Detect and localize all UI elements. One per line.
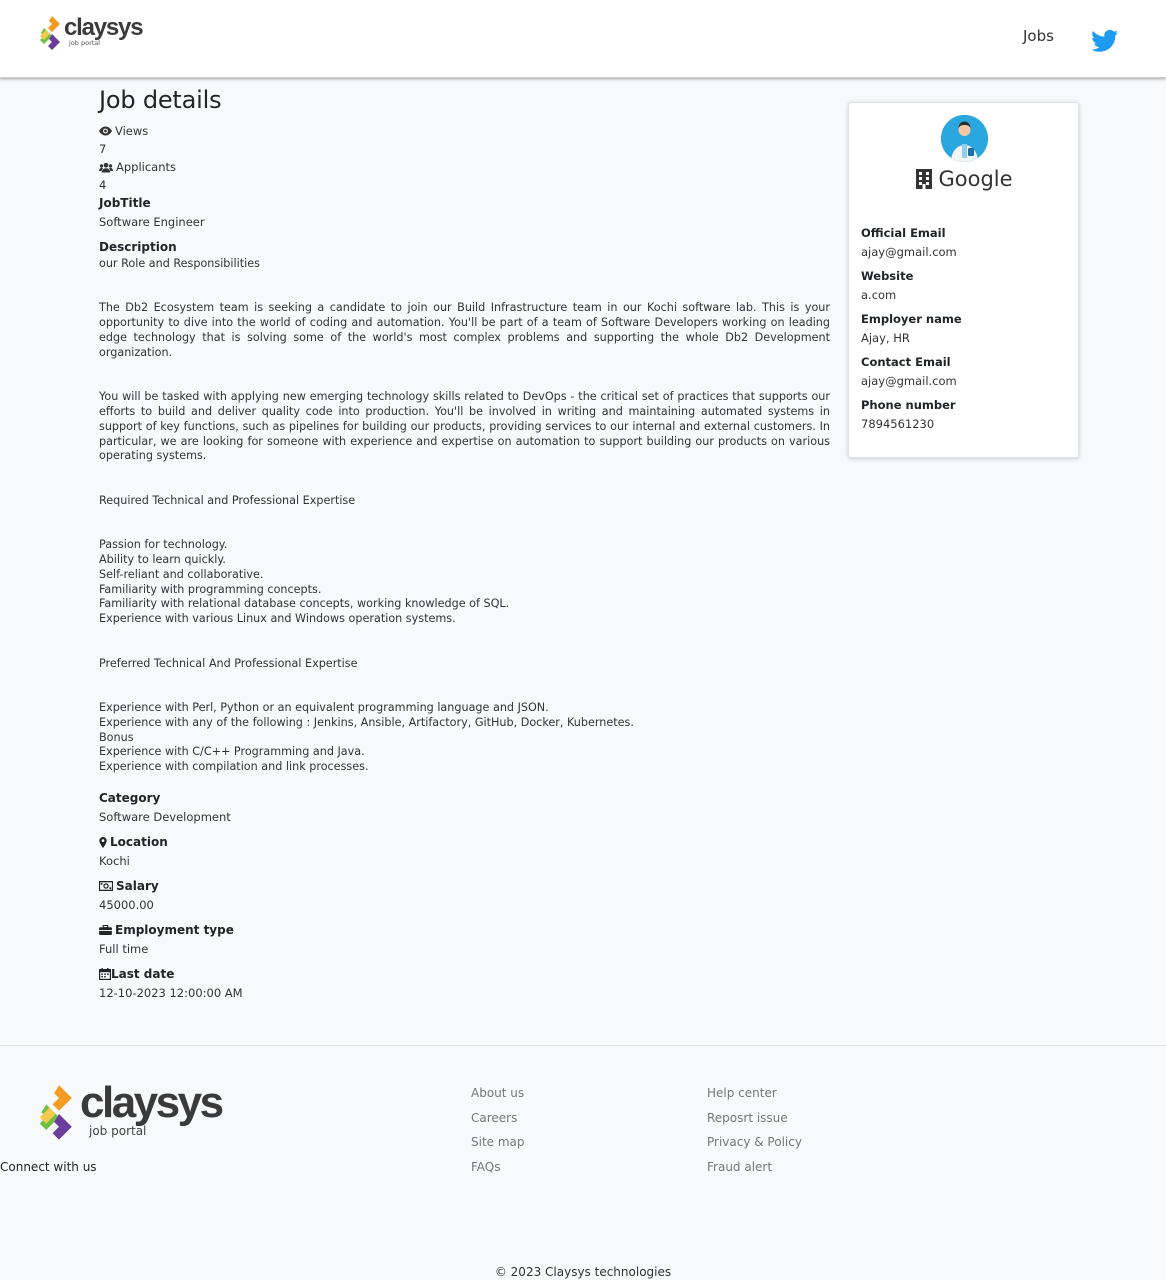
required-item: Self-reliant and collaborative. [99, 567, 264, 581]
twitter-icon[interactable] [1091, 29, 1118, 53]
footer-link-faqs[interactable]: FAQs [471, 1159, 525, 1184]
company-name-row: Google [849, 167, 1080, 191]
top-navbar: claysys job portal Jobs [0, 0, 1166, 78]
contact-email-label: Contact Email [861, 355, 951, 369]
jobtitle-label: JobTitle [99, 196, 151, 210]
footer-links-support: Help center Reposrt issue Privacy & Poli… [707, 1085, 802, 1184]
company-avatar [941, 115, 988, 162]
person-avatar-icon [941, 115, 988, 162]
views-label-row: Views [99, 122, 830, 140]
connect-with-us: Connect with us [0, 1160, 97, 1174]
category-value: Software Development [99, 809, 231, 824]
jobtitle-value: Software Engineer [99, 215, 205, 229]
salary-value: 45000.00 [99, 897, 154, 912]
employer-name-label: Employer name [861, 312, 962, 326]
footer-divider [0, 1045, 1166, 1046]
category-label: Category [99, 790, 161, 805]
claysys-logo[interactable]: claysys job portal [38, 14, 144, 54]
footer-link-report-issue[interactable]: Reposrt issue [707, 1110, 802, 1135]
description-label: Description [99, 240, 177, 254]
claysys-logo-mark-icon [39, 1085, 72, 1140]
preferred-item: Bonus [99, 730, 134, 744]
views-value: 7 [99, 142, 107, 156]
required-heading: Required Technical and Professional Expe… [99, 493, 356, 507]
location-label-row: Location [99, 833, 830, 852]
claysys-logo-mark-icon [40, 16, 60, 50]
salary-label: Salary [116, 878, 159, 893]
logo-sub-text: job portal [69, 39, 101, 47]
footer-link-help-center[interactable]: Help center [707, 1085, 802, 1110]
job-details-section: Job details Views 7 Applicants 4 JobTitl… [99, 86, 830, 1002]
users-icon [99, 162, 113, 173]
description-paragraph-1: The Db2 Ecosystem team is seeking a cand… [99, 301, 830, 359]
applicants-label-row: Applicants [99, 158, 830, 176]
lastdate-label: Last date [111, 966, 175, 981]
description-intro: our Role and Responsibilities [99, 257, 260, 270]
location-label: Location [110, 834, 168, 849]
preferred-item: Experience with Perl, Python or an equiv… [99, 700, 549, 714]
company-fields: Official Email ajay@gmail.com Website a.… [861, 224, 1071, 439]
briefcase-icon [99, 925, 112, 936]
copyright: © 2023 Claysys technologies [494, 1265, 672, 1279]
location-value: Kochi [99, 853, 130, 868]
employment-value: Full time [99, 941, 149, 956]
phone-label: Phone number [861, 398, 956, 412]
lastdate-value: 12-10-2023 12:00:00 AM [99, 985, 243, 1000]
required-item: Familiarity with relational database con… [99, 597, 510, 611]
required-item: Ability to learn quickly. [99, 552, 226, 566]
company-name: Google [938, 167, 1013, 191]
contact-email-value: ajay@gmail.com [861, 374, 957, 388]
page-title: Job details [99, 86, 222, 114]
views-label: Views [115, 124, 149, 138]
nav-jobs-link[interactable]: Jobs [1023, 27, 1054, 45]
description-body: our Role and Responsibilities The Db2 Ec… [99, 257, 830, 775]
footer-link-fraud-alert[interactable]: Fraud alert [707, 1159, 802, 1184]
footer-logo[interactable]: claysys job portal [36, 1078, 224, 1148]
employer-name-value: Ajay, HR [861, 331, 910, 345]
preferred-item: Experience with compilation and link pro… [99, 760, 369, 774]
preferred-item: Experience with any of the following : J… [99, 715, 634, 729]
footer-links-company: About us Careers Site map FAQs [471, 1085, 525, 1184]
company-card: Google Official Email ajay@gmail.com Web… [848, 102, 1079, 458]
footer-logo-sub: job portal [89, 1124, 147, 1138]
applicants-value: 4 [99, 178, 107, 192]
employment-label: Employment type [115, 922, 234, 937]
required-item: Experience with various Linux and Window… [99, 612, 456, 626]
applicants-label: Applicants [116, 160, 177, 174]
footer-logo-brand: claysys [80, 1078, 224, 1127]
official-email-label: Official Email [861, 226, 946, 240]
map-marker-icon [99, 836, 107, 848]
preferred-heading: Preferred Technical And Professional Exp… [99, 656, 358, 670]
required-item: Passion for technology. [99, 538, 228, 552]
lastdate-label-row: Last date [99, 965, 830, 984]
description-paragraph-2: You will be tasked with applying new eme… [99, 390, 830, 463]
preferred-item: Experience with C/C++ Programming and Ja… [99, 745, 365, 759]
money-bill-icon [99, 881, 113, 892]
website-label: Website [861, 269, 914, 283]
logo-brand-text: claysys [64, 14, 144, 41]
footer-link-sitemap[interactable]: Site map [471, 1134, 525, 1159]
phone-value: 7894561230 [861, 417, 935, 431]
calendar-icon [99, 968, 111, 981]
required-item: Familiarity with programming concepts. [99, 582, 322, 596]
footer-link-privacy[interactable]: Privacy & Policy [707, 1134, 802, 1159]
salary-label-row: Salary [99, 877, 830, 896]
building-icon [916, 169, 933, 189]
eye-icon [99, 126, 112, 136]
footer-link-careers[interactable]: Careers [471, 1110, 525, 1135]
official-email-value: ajay@gmail.com [861, 245, 957, 259]
website-value: a.com [861, 288, 897, 302]
employment-label-row: Employment type [99, 921, 830, 940]
footer-link-about[interactable]: About us [471, 1085, 525, 1110]
